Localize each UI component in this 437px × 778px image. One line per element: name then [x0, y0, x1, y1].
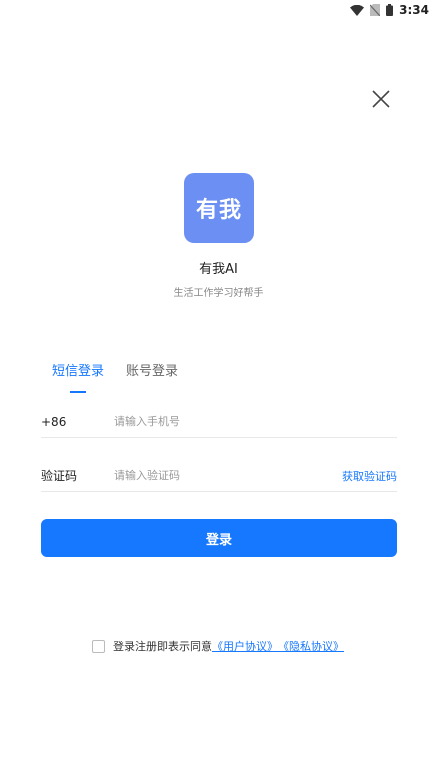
tab-account-login[interactable]: 账号登录: [126, 360, 178, 389]
no-sim-icon: [370, 4, 381, 16]
login-screen: 3:34 有我 有我AI 生活工作学习好帮手 短信登录 账号登录 +86 验证码…: [0, 0, 437, 778]
tab-sms-login[interactable]: 短信登录: [52, 360, 104, 389]
code-row: 验证码 获取验证码: [41, 460, 397, 492]
login-button[interactable]: 登录: [41, 519, 397, 557]
country-code[interactable]: +86: [41, 415, 114, 429]
privacy-policy-link[interactable]: 《隐私协议》: [278, 638, 344, 654]
user-agreement-link[interactable]: 《用户协议》: [212, 638, 278, 654]
phone-row: +86: [41, 406, 397, 438]
close-icon: [372, 90, 390, 108]
agreement: 登录注册即表示同意 《用户协议》 《隐私协议》: [92, 638, 344, 654]
code-input[interactable]: [114, 469, 342, 482]
battery-icon: [386, 4, 394, 16]
login-tabs: 短信登录 账号登录: [52, 360, 178, 389]
wifi-icon: [350, 4, 365, 16]
status-time: 3:34: [399, 3, 429, 17]
get-code-button[interactable]: 获取验证码: [342, 468, 397, 484]
app-name: 有我AI: [199, 262, 238, 277]
agreement-checkbox[interactable]: [92, 639, 105, 653]
agreement-text: 登录注册即表示同意: [113, 640, 212, 653]
app-slogan: 生活工作学习好帮手: [173, 288, 264, 299]
phone-input[interactable]: [114, 415, 397, 428]
status-bar: 3:34: [0, 0, 437, 20]
close-button[interactable]: [368, 86, 394, 112]
code-label: 验证码: [41, 469, 78, 483]
app-logo: 有我: [184, 173, 254, 243]
